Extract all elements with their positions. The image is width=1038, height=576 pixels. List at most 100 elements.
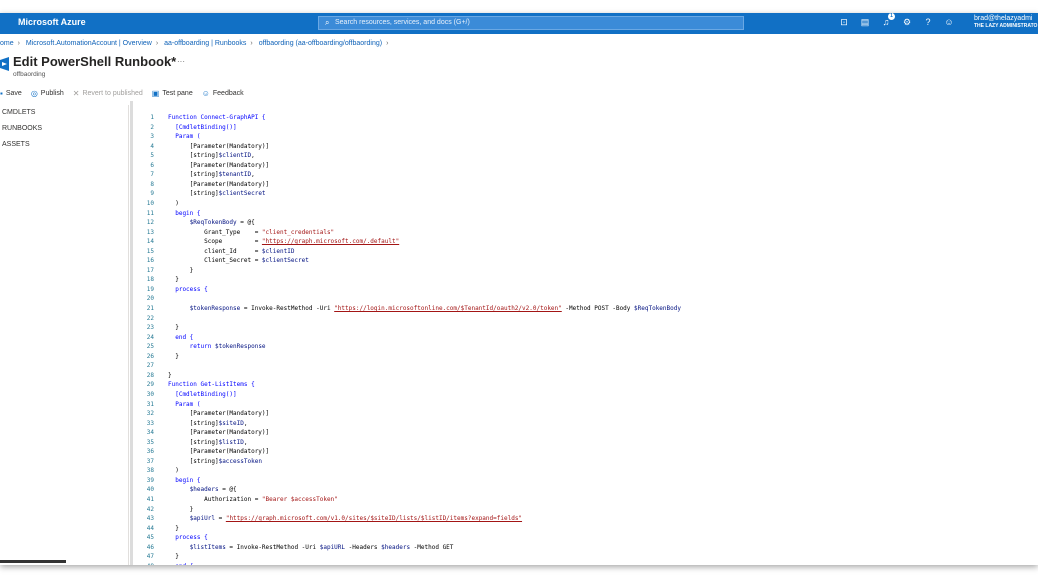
code-line[interactable]: 32 [Parameter(Mandatory)] [133,409,1033,419]
code-line[interactable]: 40 $headers = @{ [133,485,1033,495]
code-line[interactable]: 17 } [133,266,1033,276]
line-number: 16 [146,257,154,265]
code-line[interactable]: 38 ) [133,466,1033,476]
breadcrumb-automation-account[interactable]: Microsoft.AutomationAccount | Overview [26,40,152,47]
code-line[interactable]: 15 client_Id = $clientID [133,247,1033,257]
code-line[interactable]: 27 [133,361,1033,371]
code-line[interactable]: 3 Param ( [133,132,1033,142]
code-token: client_Id = [168,247,262,255]
code-line[interactable]: 18 } [133,275,1033,285]
directory-filter-icon[interactable]: ▤ [859,16,871,28]
revert-button[interactable]: ✕ Revert to published [73,89,143,98]
code-line[interactable]: 20 [133,294,1033,304]
code-line[interactable]: 45 process { [133,533,1033,543]
code-line[interactable]: 21 $tokenResponse = Invoke-RestMethod -U… [133,304,1033,314]
code-line[interactable]: 33 [string]$siteID, [133,419,1033,429]
help-icon[interactable]: ? [922,16,934,28]
code-line[interactable]: 6 [Parameter(Mandatory)] [133,161,1033,171]
breadcrumb-runbook[interactable]: offbaording (aa-offboarding/offbaording) [259,40,382,47]
code-line[interactable]: 8 [Parameter(Mandatory)] [133,180,1033,190]
code-token: [string] [168,152,219,160]
azure-portal-window: Microsoft Azure ⌕ Search resources, serv… [0,13,1038,565]
code-line[interactable]: 13 Grant_Type = "client_credentials" [133,228,1033,238]
cloud-shell-icon[interactable]: ⊡ [838,16,850,28]
code-line[interactable]: 25 return $tokenResponse [133,342,1033,352]
publish-button[interactable]: ◎ Publish [31,89,64,98]
code-text: begin { [168,209,201,219]
test-pane-icon: ▣ [151,88,160,98]
feedback-icon[interactable]: ☺ [943,16,955,28]
code-token: = Invoke-RestMethod -Uri [225,543,320,551]
code-line[interactable]: 48 end { [133,562,1033,565]
code-token: process { [168,285,208,293]
code-text: Function Connect-GraphAPI { [168,113,266,123]
gear-icon[interactable]: ⚙ [901,16,913,28]
code-line[interactable]: 11 begin { [133,209,1033,219]
search-box[interactable]: ⌕ Search resources, services, and docs (… [318,16,744,30]
code-line[interactable]: 44 } [133,524,1033,534]
account-menu[interactable]: brad@thelazyadmi THE LAZY ADMINISTRATO [974,15,1037,29]
code-line[interactable]: 39 begin { [133,476,1033,486]
code-line[interactable]: 46 $listItems = Invoke-RestMethod -Uri $… [133,543,1033,553]
sidebar-item-runbooks[interactable]: RUNBOOKS [0,121,128,137]
code-text: $tokenResponse = Invoke-RestMethod -Uri … [168,304,681,314]
code-text: end { [168,562,193,565]
code-token: $siteID [218,419,244,427]
sidebar-item-cmdlets[interactable]: CMDLETS [0,105,128,121]
code-line[interactable]: 5 [string]$clientID, [133,151,1033,161]
code-line[interactable]: 12 $ReqTokenBody = @{ [133,218,1033,228]
line-number: 39 [146,476,154,484]
code-token: [Parameter(Mandatory)] [168,161,270,169]
code-line[interactable]: 34 [Parameter(Mandatory)] [133,428,1033,438]
save-button[interactable]: ▪ Save [0,89,22,98]
code-line[interactable]: 9 [string]$clientSecret [133,189,1033,199]
notifications-icon[interactable]: ♫ 1 [880,13,895,28]
code-line[interactable]: 7 [string]$tenantID, [133,170,1033,180]
sidebar-item-assets[interactable]: ASSETS [0,137,128,153]
code-line[interactable]: 2 [CmdletBinding()] [133,123,1033,133]
code-line[interactable]: 29 Function Get-ListItems { [133,380,1033,390]
top-icons: ⊡ ▤ ♫ 1 ⚙ ? ☺ [838,13,955,31]
code-line[interactable]: 16 Client_Secret = $clientSecret [133,256,1033,266]
code-line[interactable]: 19 process { [133,285,1033,295]
code-line[interactable]: 41 Authorization = "Bearer $accessToken" [133,495,1033,505]
feedback-button[interactable]: ☺ Feedback [202,89,244,98]
code-text: process { [168,285,208,295]
breadcrumb-runbooks[interactable]: aa-offboarding | Runbooks [164,40,246,47]
code-line[interactable]: 26 } [133,352,1033,362]
breadcrumb-home[interactable]: ome [0,40,14,47]
code-line[interactable]: 35 [string]$listID, [133,438,1033,448]
test-pane-button[interactable]: ▣ Test pane [152,89,193,98]
code-line[interactable]: 10 ) [133,199,1033,209]
code-token: -Method GET [410,543,454,551]
code-line[interactable]: 4 [Parameter(Mandatory)] [133,142,1033,152]
code-line[interactable]: 43 $apiUrl = "https://graph.microsoft.co… [133,514,1033,524]
code-line[interactable]: 23 } [133,323,1033,333]
code-line[interactable]: 36 [Parameter(Mandatory)] [133,447,1033,457]
code-editor[interactable]: 1 Function Connect-GraphAPI {2 [CmdletBin… [130,101,1038,565]
code-line[interactable]: 47 } [133,552,1033,562]
code-text: process { [168,533,208,543]
line-number: 19 [146,285,154,293]
line-number: 13 [146,228,154,236]
code-text: begin { [168,476,200,486]
code-line[interactable]: 37 [string]$accessToken [133,457,1033,467]
code-line[interactable]: 28} [133,371,1033,381]
code-text: Grant_Type = "client_credentials" [168,228,334,238]
code-line[interactable]: 1 Function Connect-GraphAPI { [133,113,1033,123]
code-token: end { [168,563,193,565]
code-line[interactable]: 14 Scope = "https://graph.microsoft.com/… [133,237,1033,247]
code-line[interactable]: 31 Param ( [133,400,1033,410]
code-text: Scope = "https://graph.microsoft.com/.de… [168,237,399,247]
code-token: begin { [168,209,201,217]
code-line[interactable]: 30 [CmdletBinding()] [133,390,1033,400]
notification-badge: 1 [888,13,895,20]
more-options-button[interactable]: ··· [177,57,185,66]
line-number: 12 [146,219,154,227]
code-line[interactable]: 42 } [133,505,1033,515]
line-number: 28 [146,371,154,379]
code-token: Param ( [168,133,201,141]
brand-link[interactable]: Microsoft Azure [18,17,86,27]
code-line[interactable]: 22 [133,314,1033,324]
code-line[interactable]: 24 end { [133,333,1033,343]
